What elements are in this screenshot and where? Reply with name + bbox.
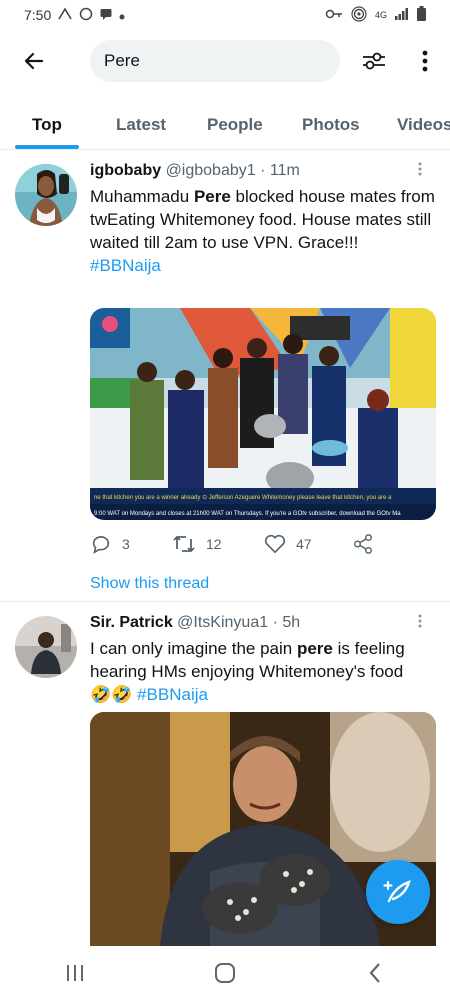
retweet-icon — [173, 535, 195, 553]
tab-people-label: People — [207, 114, 263, 134]
signal-icon — [395, 7, 409, 23]
search-tabs: Top Latest People Photos Videos — [0, 100, 450, 150]
chevron-left-icon — [369, 963, 380, 983]
dot-icon — [119, 7, 125, 23]
whatsapp-icon — [79, 7, 93, 24]
show-thread-link[interactable]: Show this thread — [90, 575, 209, 593]
signal-label: 4G — [374, 10, 387, 20]
retweet-button[interactable]: 12 — [172, 533, 264, 555]
message-icon — [99, 7, 113, 24]
retweet-count: 12 — [206, 536, 222, 552]
search-input[interactable]: Pere — [90, 40, 340, 82]
tweet-menu-button[interactable] — [410, 162, 430, 182]
bbnaija-kitchen-scene: ne that kitchen you are a winner already… — [90, 308, 436, 520]
feather-plus-icon — [383, 880, 411, 903]
tweet-actions: 3 12 47 — [90, 532, 390, 556]
avatar[interactable] — [15, 164, 77, 226]
broadcast-caption-line2: 9:00 WAT on Mondays and closes at 21h00 … — [94, 511, 401, 517]
tab-photos[interactable]: Photos — [302, 100, 360, 149]
recents-icon — [67, 965, 83, 981]
status-bar: 7:50 4G — [0, 0, 450, 30]
search-match: pere — [296, 639, 333, 658]
hashtag-link[interactable]: #BBNaija — [137, 685, 208, 704]
overflow-menu-button[interactable] — [410, 42, 440, 80]
broadcast-caption-line1: ne that kitchen you are a winner already… — [94, 495, 392, 501]
tweet-time: · 5h — [272, 614, 301, 631]
tweet-menu-button[interactable] — [410, 614, 430, 634]
tab-videos[interactable]: Videos — [397, 100, 450, 149]
back-nav-button[interactable] — [345, 953, 405, 993]
tweet-text-part: Muhammadu — [90, 187, 194, 206]
active-tab-indicator — [15, 145, 79, 149]
reply-icon — [92, 536, 110, 554]
tweet-image[interactable]: ne that kitchen you are a winner already… — [90, 308, 436, 520]
status-left: 7:50 — [24, 6, 125, 24]
author-name[interactable]: igbobaby — [90, 162, 161, 179]
emoji: 🤣🤣 — [90, 685, 133, 704]
search-bar-row: Pere — [0, 38, 450, 84]
arrow-left-icon — [24, 52, 44, 70]
heart-icon — [264, 534, 286, 554]
share-button[interactable] — [352, 533, 374, 555]
hotspot-icon — [351, 5, 367, 25]
system-nav-bar — [0, 946, 450, 1000]
tweet[interactable]: igbobaby @igbobaby1 · 11m Muhammadu Pere… — [0, 150, 450, 602]
avatar[interactable] — [15, 616, 77, 678]
battery-icon — [417, 6, 426, 24]
tab-photos-label: Photos — [302, 114, 360, 134]
hashtag-link[interactable]: #BBNaija — [90, 256, 161, 275]
like-button[interactable]: 47 — [264, 534, 352, 554]
tweet-header: Sir. Patrick @ItsKinyua1 · 5h — [90, 614, 300, 632]
more-vertical-icon — [418, 162, 422, 176]
search-match: Pere — [193, 187, 231, 206]
recent-apps-button[interactable] — [45, 953, 105, 993]
tweet-time: · 11m — [260, 162, 300, 179]
author-name[interactable]: Sir. Patrick — [90, 614, 173, 631]
tab-latest[interactable]: Latest — [116, 100, 166, 149]
tab-top[interactable]: Top — [32, 100, 62, 149]
more-vertical-icon — [422, 50, 428, 72]
home-icon — [215, 963, 235, 983]
compose-tweet-button[interactable] — [366, 860, 430, 924]
tweet-text-part: I can only imagine the pain — [90, 639, 297, 658]
tweet-text: Muhammadu Pere blocked house mates from … — [90, 185, 435, 277]
status-right: 4G — [325, 5, 426, 25]
tweet-text: I can only imagine the pain pere is feel… — [90, 637, 435, 706]
sliders-icon — [363, 52, 385, 70]
back-button[interactable] — [14, 41, 54, 81]
key-icon — [325, 8, 343, 23]
search-query: Pere — [104, 51, 140, 70]
tab-people[interactable]: People — [207, 100, 263, 149]
tweet-header: igbobaby @igbobaby1 · 11m — [90, 162, 300, 180]
reply-button[interactable]: 3 — [90, 533, 172, 555]
share-icon — [354, 534, 372, 554]
search-filter-button[interactable] — [352, 42, 396, 80]
more-vertical-icon — [418, 614, 422, 628]
tab-top-label: Top — [32, 114, 62, 134]
like-count: 47 — [296, 536, 312, 552]
author-handle[interactable]: @ItsKinyua1 — [177, 614, 268, 631]
reply-count: 3 — [122, 536, 130, 552]
wifi-calling-icon — [57, 6, 73, 24]
status-time: 7:50 — [24, 7, 52, 23]
home-button[interactable] — [195, 953, 255, 993]
tab-latest-label: Latest — [116, 114, 167, 134]
tab-videos-label: Videos — [397, 114, 450, 134]
author-handle[interactable]: @igbobaby1 — [166, 162, 256, 179]
